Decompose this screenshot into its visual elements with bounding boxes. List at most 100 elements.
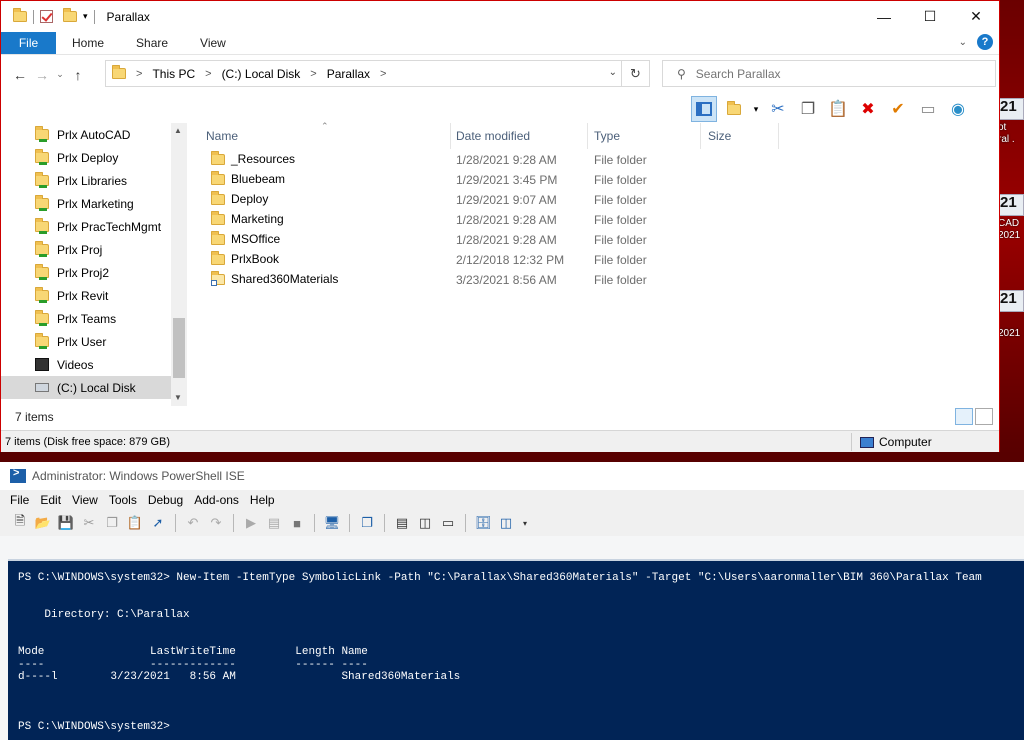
paste-icon[interactable]: 📋 <box>825 96 851 122</box>
breadcrumb-this-pc[interactable]: This PC <box>152 67 195 81</box>
menu-tools[interactable]: Tools <box>109 493 137 507</box>
stop-icon[interactable]: ■ <box>289 515 305 531</box>
scrollbar-thumb[interactable] <box>173 318 185 378</box>
sidebar-item-prlx-marketing[interactable]: Prlx Marketing <box>1 192 187 215</box>
maximize-button[interactable]: ☐ <box>907 1 953 32</box>
copy-icon[interactable]: ❐ <box>104 515 120 531</box>
help-icon[interactable]: ? <box>977 34 993 50</box>
file-row[interactable]: Deploy 1/29/2021 9:07 AM File folder <box>197 189 997 209</box>
show-script-pane-top-icon[interactable]: ▤ <box>394 515 410 531</box>
large-icons-view-icon[interactable] <box>975 408 993 425</box>
sidebar-item-prlx-proj2[interactable]: Prlx Proj2 <box>1 261 187 284</box>
menu-debug[interactable]: Debug <box>148 493 183 507</box>
file-row[interactable]: PrlxBook 2/12/2018 12:32 PM File folder <box>197 249 997 269</box>
rename-icon[interactable]: ▭ <box>915 96 941 122</box>
globe-icon[interactable]: ◉ <box>945 96 971 122</box>
properties-icon[interactable] <box>40 10 53 23</box>
new-folder-icon[interactable] <box>721 96 747 122</box>
column-date-modified[interactable]: Date modified <box>456 129 530 143</box>
file-row[interactable]: Marketing 1/28/2021 9:28 AM File folder <box>197 209 997 229</box>
expand-ribbon-icon[interactable]: ⌄ <box>959 37 967 48</box>
tab-view[interactable]: View <box>184 32 242 54</box>
new-script-icon[interactable]: 🗎 <box>12 513 28 531</box>
back-icon[interactable]: ← <box>9 67 31 83</box>
up-icon[interactable]: ↑ <box>67 67 89 83</box>
sidebar-item-prlx-revit[interactable]: Prlx Revit <box>1 284 187 307</box>
delete-icon[interactable]: ✖ <box>855 96 881 122</box>
copy-icon[interactable]: ❐ <box>795 96 821 122</box>
console-pane[interactable]: PS C:\WINDOWS\system32> New-Item -ItemTy… <box>8 559 1024 740</box>
menu-view[interactable]: View <box>72 493 98 507</box>
toolbar-overflow-icon[interactable]: ▾ <box>521 515 529 531</box>
paste-icon[interactable]: 📋 <box>127 515 143 531</box>
sidebar-item-prlx-teams[interactable]: Prlx Teams <box>1 307 187 330</box>
file-row[interactable]: Shared360Materials 3/23/2021 8:56 AM Fil… <box>197 269 997 289</box>
powershell-console-icon[interactable]: ❐ <box>359 515 375 531</box>
remote-powershell-icon[interactable]: 🖥 <box>324 515 341 531</box>
column-divider[interactable] <box>450 123 451 149</box>
run-script-icon[interactable]: ▶ <box>243 515 259 531</box>
show-command-window-icon[interactable]: 🗄 <box>475 515 492 531</box>
address-bar[interactable]: > This PC > (C:) Local Disk > Parallax >… <box>105 60 650 87</box>
sidebar-item-local-disk[interactable]: (C:) Local Disk <box>1 376 187 399</box>
search-box[interactable]: ⚲ <box>662 60 996 87</box>
menu-help[interactable]: Help <box>250 493 275 507</box>
sidebar-item-prlx-user[interactable]: Prlx User <box>1 330 187 353</box>
tab-share[interactable]: Share <box>120 32 184 54</box>
cut-icon[interactable]: ✂ <box>765 96 791 122</box>
desktop-shortcut[interactable]: 21 2021 <box>998 290 1024 340</box>
desktop-shortcut[interactable]: 21 CAD 2021 <box>998 194 1024 242</box>
breadcrumb-parallax[interactable]: Parallax <box>327 67 370 81</box>
close-button[interactable]: ✕ <box>953 1 999 32</box>
breadcrumb-separator[interactable]: > <box>380 68 386 80</box>
sidebar-item-prlx-libraries[interactable]: Prlx Libraries <box>1 169 187 192</box>
search-input[interactable] <box>695 66 956 81</box>
open-icon[interactable]: 📂 <box>35 515 51 531</box>
tab-home[interactable]: Home <box>56 32 120 54</box>
menu-add-ons[interactable]: Add-ons <box>194 493 239 507</box>
refresh-icon[interactable]: ↻ <box>621 61 649 86</box>
breadcrumb-separator[interactable]: > <box>310 68 316 80</box>
forward-icon[interactable]: → <box>31 67 53 83</box>
address-dropdown-icon[interactable]: ⌄ <box>609 67 617 78</box>
show-script-pane-maximized-icon[interactable]: ▭ <box>440 515 456 531</box>
breadcrumb-separator[interactable]: > <box>136 68 142 80</box>
menu-edit[interactable]: Edit <box>40 493 61 507</box>
breadcrumb-separator[interactable]: > <box>205 68 211 80</box>
save-icon[interactable]: 💾 <box>58 515 74 531</box>
run-selection-icon[interactable]: ▤ <box>266 515 282 531</box>
breadcrumb-local-disk[interactable]: (C:) Local Disk <box>222 67 301 81</box>
show-command-addon-icon[interactable]: ◫ <box>498 515 514 531</box>
cut-icon[interactable]: ✂ <box>81 515 97 531</box>
column-divider[interactable] <box>587 123 588 149</box>
file-row[interactable]: MSOffice 1/28/2021 9:28 AM File folder <box>197 229 997 249</box>
checkmark-icon[interactable]: ✔ <box>885 96 911 122</box>
sidebar-item-videos[interactable]: Videos <box>1 353 187 376</box>
details-view-icon[interactable] <box>955 408 973 425</box>
column-size[interactable]: Size <box>708 129 731 143</box>
file-row[interactable]: Bluebeam 1/29/2021 3:45 PM File folder <box>197 169 997 189</box>
file-row[interactable]: _Resources 1/28/2021 9:28 AM File folder <box>197 149 997 169</box>
column-divider[interactable] <box>700 123 701 149</box>
undo-icon[interactable]: ↶ <box>185 515 201 531</box>
minimize-button[interactable]: — <box>861 1 907 32</box>
scroll-up-icon[interactable]: ▲ <box>174 126 182 135</box>
desktop-shortcut[interactable]: 21 ot ral . <box>998 98 1024 146</box>
sidebar-item-prlx-deploy[interactable]: Prlx Deploy <box>1 146 187 169</box>
dropdown-icon[interactable]: ▾ <box>751 96 761 122</box>
clear-console-icon[interactable]: ➚ <box>150 515 166 531</box>
new-folder-icon[interactable] <box>63 8 77 22</box>
sidebar-item-prlx-autocad[interactable]: Prlx AutoCAD <box>1 123 187 146</box>
navigation-scrollbar[interactable]: ▲ ▼ <box>171 123 187 406</box>
scroll-down-icon[interactable]: ▼ <box>174 393 182 402</box>
tab-file[interactable]: File <box>1 32 56 54</box>
sidebar-item-prlx-proj[interactable]: Prlx Proj <box>1 238 187 261</box>
column-name[interactable]: Name <box>206 129 238 143</box>
column-divider[interactable] <box>778 123 779 149</box>
show-script-pane-right-icon[interactable]: ◫ <box>417 515 433 531</box>
menu-file[interactable]: File <box>10 493 29 507</box>
sidebar-item-prlx-practechmgmt[interactable]: Prlx PracTechMgmt <box>1 215 187 238</box>
column-type[interactable]: Type <box>594 129 620 143</box>
redo-icon[interactable]: ↷ <box>208 515 224 531</box>
preview-pane-icon[interactable] <box>691 96 717 122</box>
